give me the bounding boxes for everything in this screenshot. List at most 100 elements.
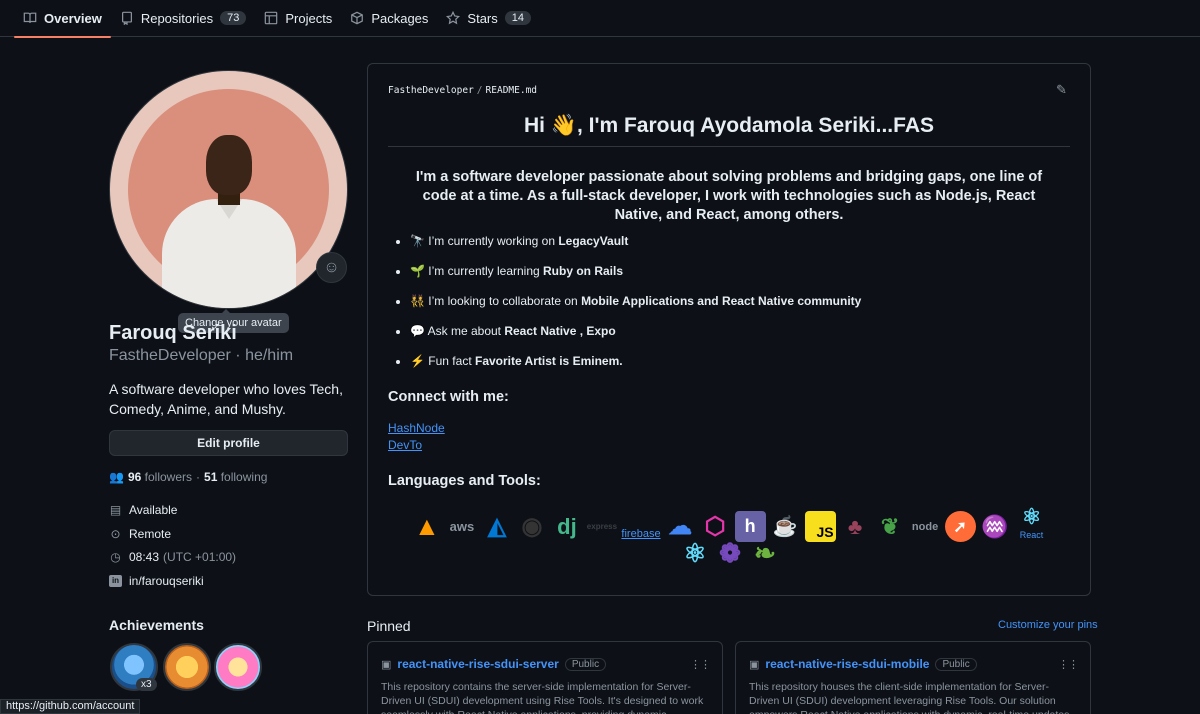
drag-handle-icon[interactable]: ⋮⋮	[1058, 658, 1079, 671]
tab-label: Projects	[285, 10, 333, 26]
location-pin-icon: ⊙	[110, 527, 121, 541]
local-time-item: ◷ 08:43 (UTC +01:00)	[109, 550, 236, 564]
avatar-person-head	[206, 135, 252, 195]
seedling-icon: 🌱	[410, 264, 425, 278]
pinned-repo-name[interactable]: react-native-rise-sdui-mobile	[765, 657, 929, 671]
spring-icon[interactable]: ❧	[750, 538, 781, 569]
bullet-text: I’m currently learning	[428, 264, 544, 278]
local-time: 08:43	[129, 550, 160, 564]
customize-pins-link[interactable]: Customize your pins	[998, 619, 1098, 631]
path-separator: /	[476, 85, 483, 96]
bullet-bold: Ruby on Rails	[543, 264, 624, 278]
visibility-badge: Public	[564, 657, 607, 671]
status-bar-url: https://github.com/account	[0, 699, 141, 714]
bullet-text: I’m looking to collaborate on	[428, 294, 582, 308]
tools-row-2: ⚛ ❁ ❧	[398, 538, 1062, 569]
followers-label: followers	[144, 470, 193, 484]
set-status-button[interactable]: ☺	[316, 252, 347, 283]
tab-label: Packages	[371, 10, 429, 26]
readme-file-name: README.md	[485, 85, 538, 96]
dot-separator: ·	[196, 470, 201, 484]
hashnode-link[interactable]: HashNode	[388, 421, 445, 435]
repo-icon: ▣	[749, 658, 760, 671]
pinned-repo-description: This repository houses the client-side i…	[749, 681, 1069, 714]
followers-link[interactable]: 96 followers	[128, 470, 192, 484]
tab-packages[interactable]: Packages	[341, 0, 437, 37]
repo-icon	[121, 11, 132, 25]
readme-intro: I'm a software developer passionate abou…	[415, 169, 1043, 223]
readme-bullets: 🔭 I’m currently working on LegacyVault 🌱…	[395, 234, 861, 384]
dancers-icon: 👯	[410, 294, 425, 308]
avatar[interactable]	[109, 70, 348, 309]
pinned-repo-name[interactable]: react-native-rise-sdui-server	[397, 657, 558, 671]
bullet-text: Fun fact	[428, 354, 475, 368]
list-item: 🌱 I’m currently learning Ruby on Rails	[410, 264, 861, 294]
timezone: (UTC +01:00)	[163, 550, 237, 564]
tab-projects[interactable]: Projects	[255, 0, 341, 37]
tab-label: Overview	[44, 10, 102, 26]
profile-full-name: Farouq Seriki	[109, 322, 237, 344]
achievements-title: Achievements	[109, 617, 204, 633]
status-item: ▤ Available	[109, 503, 178, 517]
package-icon	[351, 11, 364, 25]
edit-profile-button[interactable]: Edit profile	[109, 430, 348, 456]
linkedin-link[interactable]: in/farouqseriki	[129, 574, 204, 588]
visibility-badge: Public	[935, 657, 977, 671]
react-icon[interactable]: ⚛ React	[1015, 502, 1049, 542]
list-item: ⚡ Fun fact Favorite Artist is Eminem.	[410, 354, 861, 384]
tab-stars[interactable]: Stars 14	[437, 0, 540, 37]
connect-heading: Connect with me:	[388, 389, 509, 405]
achievement-badge-cowboy[interactable]	[163, 643, 211, 691]
smiley-icon: ☺	[323, 258, 340, 276]
table-icon	[265, 11, 278, 25]
readme-owner-link[interactable]: FastheDeveloper	[388, 85, 474, 96]
location-item: ⊙ Remote	[109, 527, 171, 541]
edit-readme-pencil-icon[interactable]: ✎	[1056, 82, 1070, 97]
devto-link[interactable]: DevTo	[388, 438, 422, 452]
achievement-badge-yolo[interactable]	[214, 643, 262, 691]
profile-tab-nav: Overview Repositories 73 Projects Packag…	[0, 0, 1200, 38]
react-native-icon[interactable]: ⚛	[680, 538, 711, 569]
stars-count: 14	[504, 11, 531, 25]
tab-label: Stars	[467, 10, 498, 26]
tab-repositories[interactable]: Repositories 73	[111, 0, 256, 37]
bullet-bold: React Native , Expo	[504, 324, 616, 338]
bullet-bold: Mobile Applications and React Native com…	[581, 294, 862, 308]
tools-row: ▲ aws ◭ ◉ dj express firebase ☁ ⬡ h ☕ JS…	[398, 502, 1062, 542]
tab-label: Repositories	[140, 10, 214, 26]
readme-title: Hi 👋, I'm Farouq Ayodamola Seriki...FAS	[388, 114, 1070, 147]
bullet-bold: Favorite Artist is Eminem.	[474, 354, 623, 368]
linkedin-icon: in	[109, 575, 122, 587]
profile-bio: A software developer who loves Tech, Com…	[109, 381, 343, 417]
pinned-repo-header: ▣ react-native-rise-sdui-mobile Public	[749, 657, 977, 671]
pinned-repo-header: ▣ react-native-rise-sdui-server Public	[381, 657, 607, 671]
clock-icon: ◷	[110, 550, 121, 564]
pinned-repo-card: ▣ react-native-rise-sdui-server Public ⋮…	[367, 641, 723, 714]
following-link[interactable]: 51 following	[204, 470, 267, 484]
redux-icon[interactable]: ❁	[715, 538, 746, 569]
bullet-text: I’m currently working on	[428, 234, 559, 248]
linkedin-item[interactable]: in in/farouqseriki	[109, 574, 204, 588]
readme-card: FastheDeveloper / README.md ✎ Hi 👋, I'm Fa…	[367, 63, 1091, 596]
bullet-text: Ask me about	[427, 324, 505, 338]
pinned-repo-description: This repository contains the server-side…	[381, 681, 704, 714]
following-label: following	[220, 470, 268, 484]
telescope-icon: 🔭	[410, 234, 425, 248]
building-icon: ▤	[109, 503, 122, 517]
tab-overview[interactable]: Overview	[14, 0, 111, 38]
follow-stats: 👥 96 followers · 51 following	[109, 470, 267, 484]
readme-path: FastheDeveloper / README.md	[388, 85, 537, 96]
profile-username: FastheDeveloper · he/him	[109, 347, 294, 364]
list-item: 🔭 I’m currently working on LegacyVault	[410, 234, 861, 264]
list-item: 👯 I’m looking to collaborate on Mobile A…	[410, 294, 861, 324]
following-count: 51	[204, 470, 218, 484]
tools-heading: Languages and Tools:	[388, 473, 541, 489]
status-text: Available	[129, 503, 178, 517]
pinned-repo-card: ▣ react-native-rise-sdui-mobile Public ⋮…	[735, 641, 1091, 714]
star-icon	[446, 11, 461, 25]
book-icon	[23, 12, 37, 23]
followers-count: 96	[127, 470, 142, 484]
lightning-icon: ⚡	[410, 354, 425, 368]
drag-handle-icon[interactable]: ⋮⋮	[690, 658, 711, 671]
repositories-count: 73	[220, 11, 247, 25]
